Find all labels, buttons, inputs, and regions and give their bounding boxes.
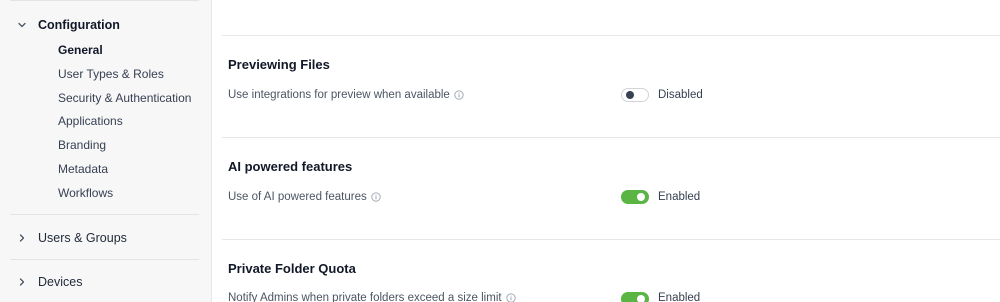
toggle-knob — [637, 295, 645, 302]
toggle-state-label: Disabled — [658, 89, 703, 101]
private-folder-quota-toggle[interactable] — [621, 292, 649, 302]
setting-label: Notify Admins when private folders excee… — [228, 292, 516, 302]
setting-label: Use integrations for preview when availa… — [228, 89, 464, 101]
chevron-down-icon — [16, 19, 28, 31]
sidebar-item-workflows[interactable]: Workflows — [58, 184, 113, 202]
section-title-private-folder-quota: Private Folder Quota — [228, 261, 356, 276]
sidebar-divider — [10, 214, 199, 215]
preview-integrations-toggle[interactable] — [621, 88, 649, 102]
sidebar-item-branding[interactable]: Branding — [58, 136, 106, 154]
toggle-state-label: Enabled — [658, 292, 701, 302]
section-divider — [222, 137, 1000, 138]
section-title-previewing-files: Previewing Files — [228, 57, 330, 72]
sidebar-divider — [10, 259, 199, 260]
setting-label-text: Use integrations for preview when availa… — [228, 89, 450, 101]
sidebar-group-label: Configuration — [38, 18, 120, 32]
sidebar-divider — [10, 0, 199, 1]
sidebar-item-applications[interactable]: Applications — [58, 112, 123, 130]
sidebar-item-metadata[interactable]: Metadata — [58, 160, 108, 178]
setting-label-text: Notify Admins when private folders excee… — [228, 292, 502, 302]
sidebar-group-label: Users & Groups — [38, 231, 127, 245]
toggle-knob — [626, 91, 634, 99]
sidebar-group-devices[interactable]: Devices — [0, 270, 211, 294]
chevron-right-icon — [16, 276, 28, 288]
sidebar-group-label: Devices — [38, 275, 83, 289]
section-title-ai-features: AI powered features — [228, 159, 353, 174]
info-icon[interactable] — [371, 192, 381, 202]
sidebar-item-user-types-roles[interactable]: User Types & Roles — [58, 65, 164, 83]
ai-features-toggle[interactable] — [621, 190, 649, 204]
settings-content: Previewing Files Use integrations for pr… — [212, 0, 1000, 302]
sidebar-group-users-groups[interactable]: Users & Groups — [0, 226, 211, 250]
info-icon[interactable] — [454, 90, 464, 100]
toggle-state-label: Enabled — [658, 191, 701, 203]
setting-label-text: Use of AI powered features — [228, 191, 367, 203]
sidebar-item-security-authentication[interactable]: Security & Authentication — [58, 89, 191, 107]
toggle-knob — [637, 193, 645, 201]
sidebar: Configuration General User Types & Roles… — [0, 0, 212, 302]
setting-label: Use of AI powered features — [228, 191, 381, 203]
sidebar-group-configuration[interactable]: Configuration — [0, 13, 211, 37]
info-icon[interactable] — [505, 293, 516, 302]
chevron-right-icon — [16, 232, 28, 244]
sidebar-item-general[interactable]: General — [58, 41, 103, 59]
section-divider — [222, 239, 1000, 240]
section-divider — [222, 35, 1000, 36]
